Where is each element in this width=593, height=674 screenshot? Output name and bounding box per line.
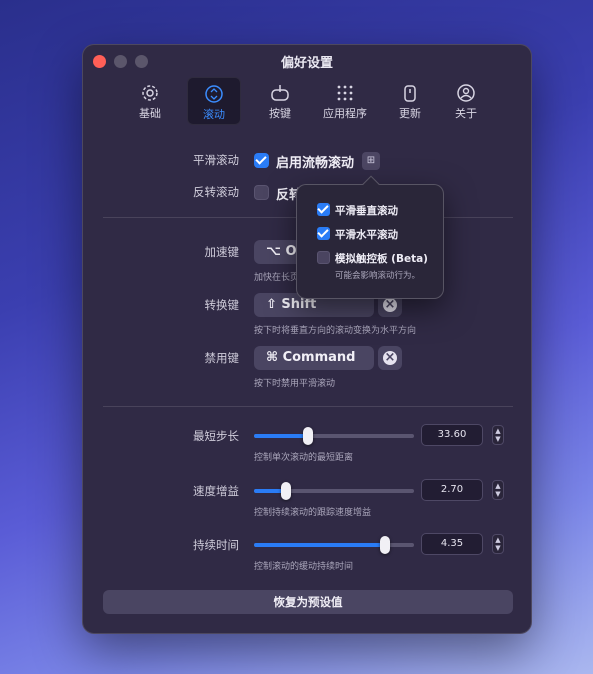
speed-gain-label: 速度增益: [193, 484, 239, 498]
speed-gain-value-field[interactable]: 2.70: [421, 479, 483, 501]
smooth-scroll-options-popover: 平滑垂直滚动 平滑水平滚动 模拟触控板 (Beta) 可能会影响滚动行为。: [296, 175, 444, 299]
tab-keys[interactable]: 按键: [253, 77, 307, 125]
popover-note: 可能会影响滚动行为。: [335, 271, 421, 281]
smooth-scroll-label: 平滑滚动: [193, 153, 239, 167]
tab-scroll-label: 滚动: [203, 108, 225, 121]
convert-key-hint: 按下时将垂直方向的滚动变换为水平方向: [254, 326, 417, 336]
min-step-slider[interactable]: [254, 427, 414, 445]
preferences-toolbar: 基础 滚动 按键 应用程序 更新 关于: [83, 77, 531, 127]
apps-grid-icon: [337, 85, 353, 101]
slider-fill: [254, 543, 385, 547]
accel-key-hint: 加快在长页: [254, 273, 300, 283]
duration-label: 持续时间: [193, 538, 239, 552]
tab-basic-label: 基础: [139, 107, 161, 120]
tab-apps-label: 应用程序: [323, 107, 367, 120]
reverse-scroll-checkbox[interactable]: [254, 185, 269, 200]
tab-about[interactable]: 关于: [439, 77, 493, 125]
slider-knob[interactable]: [303, 427, 313, 445]
reverse-scroll-label: 反转滚动: [193, 185, 239, 199]
speed-gain-slider[interactable]: [254, 482, 414, 500]
mouse-icon: [271, 85, 289, 101]
window-title: 偏好设置: [280, 56, 333, 71]
duration-stepper[interactable]: ▲ ▼: [492, 534, 504, 554]
tab-keys-label: 按键: [269, 107, 291, 120]
simulate-trackpad-checkbox[interactable]: [317, 251, 330, 264]
disable-key-hint: 按下时禁用平滑滚动: [254, 379, 336, 389]
reset-defaults-button[interactable]: 恢复为预设值: [103, 590, 513, 614]
person-circle-icon: [457, 84, 475, 102]
tab-update[interactable]: 更新: [383, 77, 437, 125]
tab-scroll[interactable]: 滚动: [187, 77, 241, 125]
speed-gain-hint: 控制持续滚动的跟踪速度增益: [254, 508, 372, 518]
preferences-window: 偏好设置 基础 滚动 按键 应用程序 更新 关于 平滑滚动 启用流畅滚动 ⊞ 反…: [82, 44, 532, 634]
smooth-scroll-options-button[interactable]: ⊞: [362, 152, 380, 170]
smooth-vertical-label[interactable]: 平滑垂直滚动: [335, 203, 398, 218]
disable-key-field[interactable]: ⌘ Command: [254, 346, 374, 370]
smooth-horizontal-label[interactable]: 平滑水平滚动: [335, 227, 398, 242]
min-step-hint: 控制单次滚动的最短距离: [254, 453, 354, 463]
simulate-trackpad-label[interactable]: 模拟触控板 (Beta): [335, 251, 428, 266]
scroll-icon: [205, 85, 223, 103]
gear-icon: [142, 85, 158, 101]
clear-disable-key-button[interactable]: [378, 346, 402, 370]
title-bar: 偏好设置: [83, 45, 531, 77]
tab-apps[interactable]: 应用程序: [316, 77, 374, 125]
smooth-horizontal-checkbox[interactable]: [317, 227, 330, 240]
min-step-value-field[interactable]: 33.60: [421, 424, 483, 446]
smooth-scroll-checkbox[interactable]: [254, 153, 269, 168]
tab-basic[interactable]: 基础: [123, 77, 177, 125]
tab-about-label: 关于: [455, 107, 477, 120]
slider-knob[interactable]: [380, 536, 390, 554]
speed-gain-stepper[interactable]: ▲ ▼: [492, 480, 504, 500]
smooth-vertical-checkbox[interactable]: [317, 203, 330, 216]
tab-update-label: 更新: [399, 107, 421, 120]
smooth-scroll-checkbox-label[interactable]: 启用流畅滚动: [276, 152, 354, 171]
accel-key-label: 加速键: [204, 245, 240, 259]
divider: [103, 406, 513, 407]
duration-hint: 控制滚动的缓动持续时间: [254, 562, 354, 572]
convert-key-label: 转换键: [204, 298, 240, 312]
min-step-label: 最短步长: [193, 429, 239, 443]
disable-key-label: 禁用键: [204, 351, 240, 365]
update-icon: [404, 85, 416, 102]
slider-fill: [254, 434, 308, 438]
min-step-stepper[interactable]: ▲ ▼: [492, 425, 504, 445]
duration-slider[interactable]: [254, 536, 414, 554]
slider-knob[interactable]: [281, 482, 291, 500]
duration-value-field[interactable]: 4.35: [421, 533, 483, 555]
